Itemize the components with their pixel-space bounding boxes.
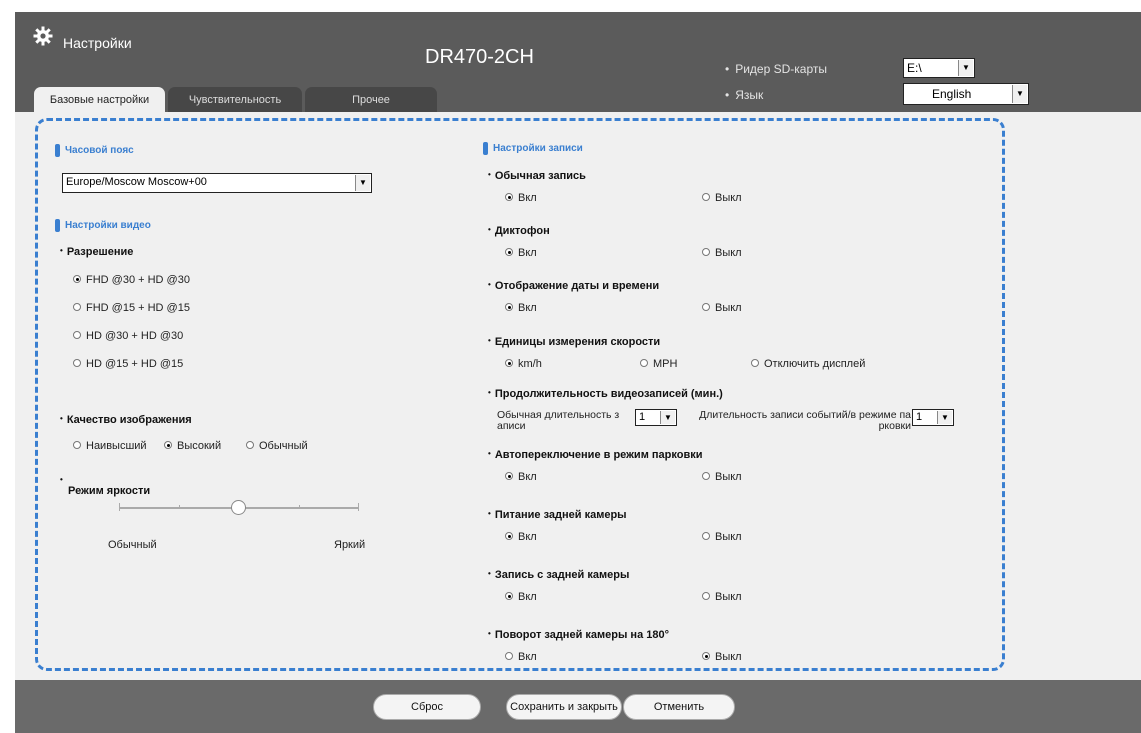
sd-reader-select[interactable]: E:\ ▼ <box>903 58 975 78</box>
video-duration-title: • Продолжительность видеозаписей (мин.) <box>488 388 723 400</box>
normal-recording-title: • Обычная запись <box>488 170 586 182</box>
rear-camera-power-off[interactable]: Выкл <box>702 531 742 543</box>
rear-camera-power-on[interactable]: Вкл <box>505 531 537 543</box>
window-title: Настройки <box>63 35 132 51</box>
rear-camera-record-off[interactable]: Выкл <box>702 591 742 603</box>
rear-camera-rotate-off[interactable]: Выкл <box>702 651 742 663</box>
brightness-title: Режим яркости <box>68 485 151 497</box>
language-select[interactable]: English ▼ <box>903 83 1029 105</box>
resolution-option-2[interactable]: FHD @15 + HD @15 <box>73 302 190 314</box>
timezone-section-title: Часовой пояс <box>55 144 134 157</box>
radio-icon <box>702 193 710 201</box>
radio-icon <box>702 248 710 256</box>
header-bar: Настройки DR470-2CH • Ридер SD-карты E:\ … <box>15 12 1141 112</box>
radio-selected-icon <box>164 441 172 449</box>
slider-tick <box>179 505 180 509</box>
brightness-bullet: • <box>60 475 63 484</box>
event-duration-label: Длительность записи событий/в режиме па р… <box>699 409 911 432</box>
slider-tick <box>358 503 359 511</box>
radio-icon <box>73 331 81 339</box>
radio-icon <box>702 472 710 480</box>
datetime-display-title: • Отображение даты и времени <box>488 280 660 292</box>
radio-selected-icon <box>505 248 513 256</box>
auto-parking-title: • Автопереключение в режим парковки <box>488 449 703 461</box>
quality-option-high[interactable]: Высокий <box>164 440 221 452</box>
rear-camera-record-title: • Запись с задней камеры <box>488 569 630 581</box>
tab-sensitivity[interactable]: Чувствительность <box>168 87 302 112</box>
slider-tick <box>119 503 120 511</box>
reset-button[interactable]: Сброс <box>373 694 481 720</box>
auto-parking-off[interactable]: Выкл <box>702 471 742 483</box>
rear-camera-rotate-title: • Поворот задней камеры на 180° <box>488 629 670 641</box>
radio-icon <box>751 359 759 367</box>
brightness-max-label: Яркий <box>334 539 366 551</box>
quality-option-highest[interactable]: Наивысший <box>73 440 147 452</box>
radio-selected-icon <box>505 193 513 201</box>
save-and-close-button[interactable]: Сохранить и закрыть <box>506 694 622 720</box>
resolution-option-4[interactable]: HD @15 + HD @15 <box>73 358 183 370</box>
quality-option-normal[interactable]: Обычный <box>246 440 308 452</box>
radio-selected-icon <box>505 303 513 311</box>
auto-parking-on[interactable]: Вкл <box>505 471 537 483</box>
radio-icon <box>73 359 81 367</box>
radio-selected-icon <box>505 532 513 540</box>
radio-icon <box>640 359 648 367</box>
voice-recorder-on[interactable]: Вкл <box>505 247 537 259</box>
brightness-slider-handle[interactable] <box>231 500 246 515</box>
gear-icon <box>33 26 53 46</box>
tab-basic-settings[interactable]: Базовые настройки <box>34 87 165 112</box>
rear-camera-record-on[interactable]: Вкл <box>505 591 537 603</box>
chevron-down-icon: ▼ <box>660 411 675 424</box>
radio-selected-icon <box>505 592 513 600</box>
sd-reader-label: • Ридер SD-карты <box>725 62 827 76</box>
radio-icon <box>702 532 710 540</box>
normal-recording-off[interactable]: Выкл <box>702 192 742 204</box>
recording-section-title: Настройки записи <box>483 142 583 155</box>
speed-display-off[interactable]: Отключить дисплей <box>751 358 865 370</box>
timezone-select[interactable]: Europe/Moscow Moscow+00 ▼ <box>62 173 372 193</box>
settings-window: Настройки DR470-2CH • Ридер SD-карты E:\ … <box>15 12 1141 733</box>
slider-tick <box>299 505 300 509</box>
radio-icon <box>702 303 710 311</box>
event-duration-select[interactable]: 1 ▼ <box>912 409 954 426</box>
normal-duration-select[interactable]: 1 ▼ <box>635 409 677 426</box>
video-section-title: Настройки видео <box>55 219 151 232</box>
voice-recorder-title: • Диктофон <box>488 225 550 237</box>
rear-camera-power-title: • Питание задней камеры <box>488 509 627 521</box>
resolution-option-1[interactable]: FHD @30 + HD @30 <box>73 274 190 286</box>
speed-units-title: • Единицы измерения скорости <box>488 336 661 348</box>
device-model: DR470-2CH <box>425 46 534 68</box>
chevron-down-icon: ▼ <box>1012 85 1027 103</box>
speed-unit-kmh[interactable]: km/h <box>505 358 542 370</box>
quality-title: • Качество изображения <box>60 414 192 426</box>
voice-recorder-off[interactable]: Выкл <box>702 247 742 259</box>
brightness-min-label: Обычный <box>108 539 157 551</box>
settings-panel: Часовой пояс Europe/Moscow Moscow+00 ▼ Н… <box>15 112 1141 680</box>
tab-other[interactable]: Прочее <box>305 87 437 112</box>
resolution-title: • Разрешение <box>60 246 134 258</box>
datetime-display-on[interactable]: Вкл <box>505 302 537 314</box>
datetime-display-off[interactable]: Выкл <box>702 302 742 314</box>
radio-icon <box>702 592 710 600</box>
radio-icon <box>505 652 513 660</box>
radio-icon <box>73 303 81 311</box>
cancel-button[interactable]: Отменить <box>623 694 735 720</box>
language-label: • Язык <box>725 88 764 102</box>
normal-duration-label: Обычная длительность з аписи <box>497 409 620 432</box>
radio-icon <box>246 441 254 449</box>
normal-recording-on[interactable]: Вкл <box>505 192 537 204</box>
rear-camera-rotate-on[interactable]: Вкл <box>505 651 537 663</box>
chevron-down-icon: ▼ <box>958 60 973 76</box>
speed-unit-mph[interactable]: MPH <box>640 358 677 370</box>
chevron-down-icon: ▼ <box>355 175 370 191</box>
radio-icon <box>73 441 81 449</box>
radio-selected-icon <box>505 472 513 480</box>
radio-selected-icon <box>505 359 513 367</box>
chevron-down-icon: ▼ <box>937 411 952 424</box>
resolution-option-3[interactable]: HD @30 + HD @30 <box>73 330 183 342</box>
radio-selected-icon <box>702 652 710 660</box>
radio-selected-icon <box>73 275 81 283</box>
